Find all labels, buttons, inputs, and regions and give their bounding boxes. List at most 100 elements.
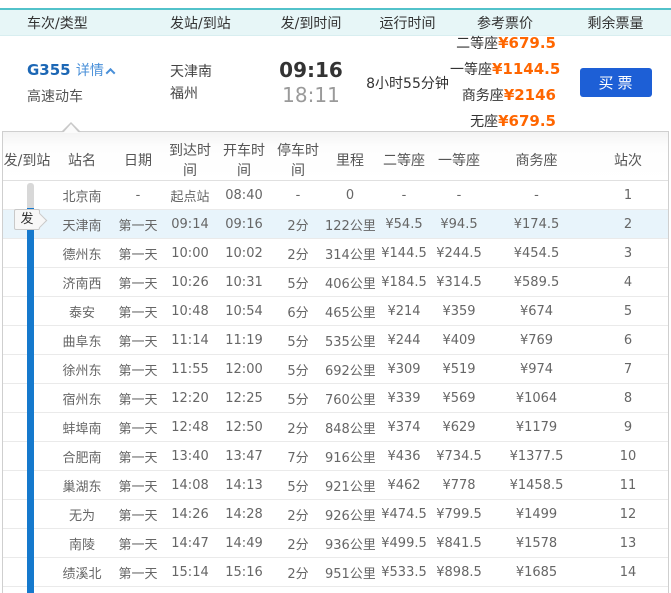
distance-value: 535公里 xyxy=(325,325,375,355)
depart-time-value: 10:02 xyxy=(217,238,271,268)
col-arrive: 到达时间 xyxy=(163,132,217,181)
first-class-price: ¥409 xyxy=(433,325,485,355)
depart-time-value: 08:40 xyxy=(217,180,271,210)
depart-time-value: 11:19 xyxy=(217,325,271,355)
distance-value: 122公里 xyxy=(325,209,375,239)
distance-value: 926公里 xyxy=(325,499,375,529)
date-value: - xyxy=(113,180,163,210)
date-value: 第一天 xyxy=(113,267,163,297)
station-name: 无为 xyxy=(51,499,113,529)
stop-number-value: 13 xyxy=(588,528,668,558)
arrive-time-value: 10:48 xyxy=(163,296,217,326)
date-value: 第一天 xyxy=(113,238,163,268)
second-class-price: ¥533.5 xyxy=(375,557,433,587)
depart-time: 09:16 xyxy=(279,57,343,82)
stop-duration-value: 2分 xyxy=(271,528,325,558)
stop-duration-value: 2分 xyxy=(271,412,325,442)
date-value: 第一天 xyxy=(113,470,163,500)
details-link[interactable]: 详情 xyxy=(76,63,104,79)
business-class-price: ¥1377.5 xyxy=(485,441,588,471)
train-id-cell: G355 详情 高速动车 xyxy=(0,60,145,106)
first-class-price: ¥569 xyxy=(433,383,485,413)
buy-ticket-button[interactable]: 买票 xyxy=(579,68,652,97)
date-value: 第一天 xyxy=(113,325,163,355)
price-list: 二等座¥679.5 一等座¥1144.5 商务座¥2146 无座¥679.5 xyxy=(450,31,560,135)
depart-time-value: 09:16 xyxy=(217,209,271,239)
first-class-price: ¥244.5 xyxy=(433,238,485,268)
business-class-price: ¥1179 xyxy=(485,412,588,442)
depart-time-value: 10:31 xyxy=(217,267,271,297)
date-value: 第一天 xyxy=(113,412,163,442)
summary-col-remaining: 剩余票量 xyxy=(587,15,644,32)
buy-cell: 买票 xyxy=(560,68,671,97)
first-class-price: ¥898.5 xyxy=(433,557,485,587)
date-value: 第一天 xyxy=(113,528,163,558)
seat-price: ¥2146 xyxy=(503,85,556,104)
stop-duration-value: 2分 xyxy=(271,499,325,529)
table-row: 蚌埠南 第一天 12:48 12:50 2分 848公里 ¥374 ¥629 ¥… xyxy=(3,412,668,442)
distance-value: 406公里 xyxy=(325,267,375,297)
distance-value: 692公里 xyxy=(325,354,375,384)
first-class-price: ¥734.5 xyxy=(433,441,485,471)
arrive-time-value: 起点站 xyxy=(163,180,217,210)
stop-duration-value: 6分 xyxy=(271,296,325,326)
arrive-time-value: 14:08 xyxy=(163,470,217,500)
times-cell: 09:16 18:11 xyxy=(257,58,365,108)
summary-header-bar: 车次/类型 发站/到站 发/到时间 运行时间 参考票价 剩余票量 xyxy=(0,8,671,36)
stop-duration-value: 5分 xyxy=(271,325,325,355)
depart-time-value: 14:13 xyxy=(217,470,271,500)
second-class-price: ¥244 xyxy=(375,325,433,355)
business-class-price: ¥454.5 xyxy=(485,238,588,268)
second-class-price: ¥184.5 xyxy=(375,267,433,297)
first-class-price: ¥94.5 xyxy=(433,209,485,239)
stop-number-value: 7 xyxy=(588,354,668,384)
second-class-price: ¥436 xyxy=(375,441,433,471)
arrive-time-value: 13:40 xyxy=(163,441,217,471)
business-class-price: ¥1685 xyxy=(485,557,588,587)
arrive-time-value: 14:47 xyxy=(163,528,217,558)
distance-value: 951公里 xyxy=(325,557,375,587)
seat-class-label: 无座 xyxy=(470,113,499,130)
table-row: 徐州东 第一天 11:55 12:00 5分 692公里 ¥309 ¥519 ¥… xyxy=(3,354,668,384)
second-class-price: ¥474.5 xyxy=(375,499,433,529)
second-class-price: ¥499.5 xyxy=(375,528,433,558)
stop-duration-value: 5分 xyxy=(271,354,325,384)
route-line-traveled xyxy=(27,208,34,593)
depart-time-value: 12:50 xyxy=(217,412,271,442)
chevron-up-icon xyxy=(105,67,116,78)
col-stop-number: 站次 xyxy=(588,132,668,181)
arrive-time-value: 14:26 xyxy=(163,499,217,529)
table-row: 宿州东 第一天 12:20 12:25 5分 760公里 ¥339 ¥569 ¥… xyxy=(3,383,668,413)
seat-class-label: 一等座 xyxy=(450,61,492,78)
business-class-price: ¥1064 xyxy=(485,383,588,413)
arrive-time-value: 15:14 xyxy=(163,557,217,587)
schedule-body: 北京南 - 起点站 08:40 - 0 - - - 1 天津南 第一天 09:1… xyxy=(3,180,668,587)
stop-duration-value: 2分 xyxy=(271,557,325,587)
expander-notch-fill xyxy=(62,124,79,133)
stop-duration-value: 2分 xyxy=(271,209,325,239)
arrive-time: 18:11 xyxy=(282,82,340,107)
depart-time-value: 12:00 xyxy=(217,354,271,384)
from-station: 天津南 xyxy=(170,63,212,80)
summary-col-times: 发/到时间 xyxy=(280,15,342,32)
train-detail-page: 车次/类型 发站/到站 发/到时间 运行时间 参考票价 剩余票量 G355 详情… xyxy=(0,0,671,593)
second-class-price: ¥462 xyxy=(375,470,433,500)
price-line: 商务座¥2146 xyxy=(450,83,556,109)
seat-class-label: 二等座 xyxy=(456,35,499,52)
schedule-panel: 发 发/到站 站名 日期 到达时间 开车时间 停车时间 里程 二等座 一等座 商… xyxy=(2,131,669,593)
train-details-toggle[interactable]: G355 详情 xyxy=(27,60,145,80)
price-line: 二等座¥679.5 xyxy=(450,31,556,57)
business-class-price: ¥1458.5 xyxy=(485,470,588,500)
table-row: 济南西 第一天 10:26 10:31 5分 406公里 ¥184.5 ¥314… xyxy=(3,267,668,297)
depart-time-value: 12:25 xyxy=(217,383,271,413)
stop-duration-value: - xyxy=(271,180,325,210)
station-name: 绩溪北 xyxy=(51,557,113,587)
route-line-before-depart xyxy=(27,183,34,210)
first-class-price: ¥841.5 xyxy=(433,528,485,558)
stop-number-value: 12 xyxy=(588,499,668,529)
table-row: 北京南 - 起点站 08:40 - 0 - - - 1 xyxy=(3,180,668,210)
summary-col-duration: 运行时间 xyxy=(379,15,436,32)
table-row: 曲阜东 第一天 11:14 11:19 5分 535公里 ¥244 ¥409 ¥… xyxy=(3,325,668,355)
arrive-time-value: 11:14 xyxy=(163,325,217,355)
station-name: 南陵 xyxy=(51,528,113,558)
